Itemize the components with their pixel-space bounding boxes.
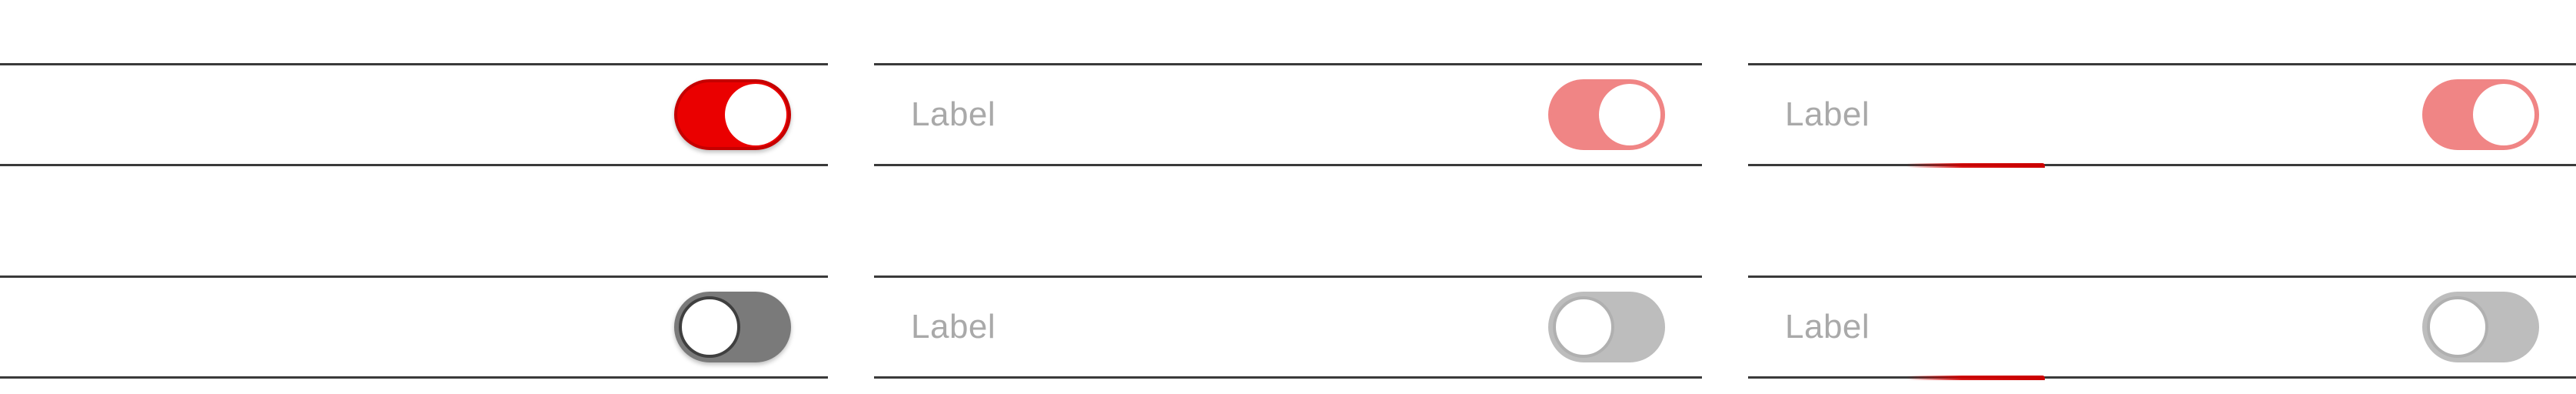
toggle-switch-off[interactable] — [674, 292, 791, 362]
switch-row-on-disabled: Label — [874, 63, 1702, 166]
toggle-knob — [2427, 296, 2488, 358]
toggle-switch-off-disabled — [2422, 292, 2539, 362]
toggle-switch-on-disabled — [2422, 79, 2539, 150]
error-indicator-line — [1906, 376, 2045, 380]
switch-row-on-disabled-error: Label — [1748, 63, 2576, 168]
toggle-switch-off-disabled — [1548, 292, 1665, 362]
switch-label: Label — [1785, 308, 1870, 346]
switch-row-off-disabled: Label — [874, 275, 1702, 379]
switch-row-off-disabled-error: Label — [1748, 275, 2576, 380]
switch-row-off-active — [0, 275, 828, 379]
toggle-knob — [1553, 296, 1614, 358]
switch-label: Label — [1785, 95, 1870, 133]
toggle-knob — [2473, 84, 2534, 145]
toggle-knob — [725, 84, 786, 145]
switch-row-on-active — [0, 63, 828, 166]
toggle-switch-grid: Label Label Label Label — [0, 0, 2576, 394]
error-indicator-line — [1906, 163, 2045, 168]
toggle-switch-on-disabled — [1548, 79, 1665, 150]
switch-label: Label — [911, 308, 996, 346]
toggle-knob — [1599, 84, 1660, 145]
switch-label: Label — [911, 95, 996, 133]
toggle-knob — [679, 296, 740, 358]
toggle-switch-on[interactable] — [674, 79, 791, 150]
